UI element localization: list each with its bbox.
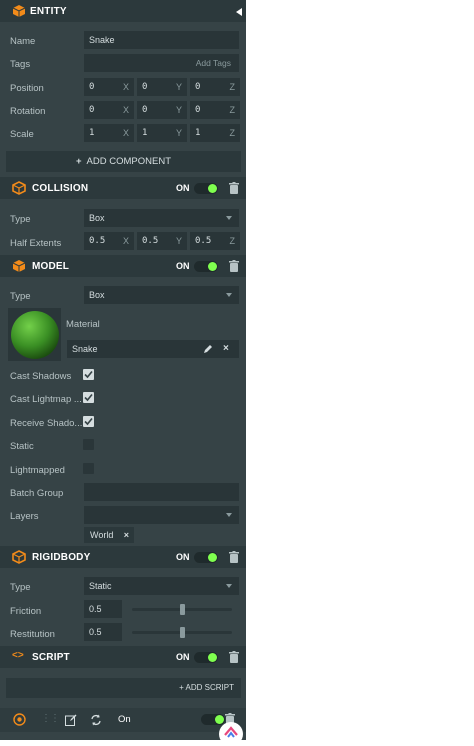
rigidbody-type-label: Type	[10, 582, 31, 593]
collision-type-select[interactable]: Box	[84, 209, 239, 227]
drag-handle-icon[interactable]: ⋮⋮	[41, 713, 60, 724]
layers-select[interactable]	[84, 506, 239, 524]
rigidbody-toggle[interactable]	[194, 552, 218, 563]
batch-group-label: Batch Group	[10, 488, 64, 499]
layer-tag-world[interactable]: World ×	[84, 527, 134, 543]
rigidbody-trash-icon[interactable]	[229, 551, 239, 563]
tags-label: Tags	[10, 59, 31, 70]
lightmapped-label: Lightmapped	[10, 465, 65, 476]
collision-type-label: Type	[10, 214, 31, 225]
layers-label: Layers	[10, 511, 39, 522]
add-script-button[interactable]: + ADD SCRIPT	[6, 678, 241, 698]
friction-slider-thumb[interactable]	[179, 604, 185, 615]
tags-input[interactable]: Add Tags	[84, 54, 239, 72]
cast-lightmap-label: Cast Lightmap ...	[10, 394, 82, 405]
material-preview[interactable]	[8, 308, 61, 361]
half-extents-z-input[interactable]: 0.5 Z	[190, 232, 240, 250]
entity-title: ENTITY	[30, 6, 67, 17]
friction-input[interactable]: 0.5	[84, 600, 122, 618]
name-input[interactable]: Snake	[84, 31, 239, 49]
refresh-icon[interactable]	[90, 714, 102, 726]
scale-z-input[interactable]: 1Z	[190, 124, 240, 142]
cast-shadows-checkbox[interactable]	[83, 369, 94, 380]
collision-toggle[interactable]	[194, 183, 218, 194]
close-icon[interactable]: ×	[124, 527, 129, 543]
script-on-label: ON	[176, 652, 190, 662]
collision-header[interactable]: COLLISION ON	[0, 177, 246, 199]
green-sphere-icon	[11, 311, 59, 359]
static-checkbox[interactable]	[83, 439, 94, 450]
chevron-down-icon	[226, 513, 232, 517]
position-z-input[interactable]: 0Z	[190, 78, 240, 96]
model-title: MODEL	[32, 261, 70, 272]
cast-shadows-label: Cast Shadows	[10, 371, 72, 382]
edit-icon[interactable]	[65, 714, 77, 726]
script-state-label: On	[118, 714, 131, 725]
half-extents-y-input[interactable]: 0.5 Y	[137, 232, 187, 250]
chevron-down-icon	[226, 584, 232, 588]
material-input[interactable]: Snake ×	[67, 340, 239, 358]
restitution-label: Restitution	[10, 629, 55, 640]
model-type-select[interactable]: Box	[84, 286, 239, 304]
collision-title: COLLISION	[32, 183, 89, 194]
name-label: Name	[10, 36, 36, 47]
code-brackets-icon: <>	[12, 650, 24, 661]
script-toggle[interactable]	[194, 652, 218, 663]
collision-on-label: ON	[176, 183, 190, 193]
script-header[interactable]: <> SCRIPT ON	[0, 646, 246, 668]
half-extents-label: Half Extents	[10, 238, 62, 249]
chevron-down-icon	[226, 293, 232, 297]
chevron-down-icon	[226, 216, 232, 220]
logo-icon	[224, 726, 238, 738]
rigidbody-on-label: ON	[176, 552, 190, 562]
add-component-button[interactable]: + ADD COMPONENT	[6, 151, 241, 172]
receive-shadows-label: Receive Shado...	[10, 418, 83, 429]
rigidbody-type-select[interactable]: Static	[84, 577, 239, 595]
rotation-x-input[interactable]: 0X	[84, 101, 134, 119]
rigidbody-title: RIGIDBODY	[32, 552, 91, 563]
model-header[interactable]: MODEL ON	[0, 255, 246, 277]
restitution-input[interactable]: 0.5	[84, 623, 122, 641]
script-row: ⋮⋮ On	[0, 708, 246, 732]
collision-trash-icon[interactable]	[229, 182, 239, 194]
model-on-label: ON	[176, 261, 190, 271]
rigidbody-header[interactable]: RIGIDBODY ON	[0, 546, 246, 568]
static-label: Static	[10, 441, 34, 452]
model-toggle[interactable]	[194, 261, 218, 272]
entity-header[interactable]: ENTITY	[0, 0, 246, 22]
model-cube-icon	[12, 260, 26, 272]
script-title: SCRIPT	[32, 652, 70, 663]
app-logo[interactable]	[219, 722, 243, 746]
batch-group-select[interactable]	[84, 483, 239, 501]
tags-placeholder: Add Tags	[195, 58, 231, 68]
friction-label: Friction	[10, 606, 42, 617]
rotation-z-input[interactable]: 0Z	[190, 101, 240, 119]
position-y-input[interactable]: 0Y	[137, 78, 187, 96]
scale-x-input[interactable]: 1X	[84, 124, 134, 142]
rotation-y-input[interactable]: 0Y	[137, 101, 187, 119]
close-icon[interactable]: ×	[223, 340, 229, 358]
script-target-icon	[13, 713, 26, 726]
material-label: Material	[66, 319, 100, 330]
restitution-slider-thumb[interactable]	[179, 627, 185, 638]
lightmapped-checkbox[interactable]	[83, 463, 94, 474]
scale-label: Scale	[10, 129, 34, 140]
model-trash-icon[interactable]	[229, 260, 239, 272]
pencil-icon[interactable]	[203, 344, 213, 354]
scale-y-input[interactable]: 1Y	[137, 124, 187, 142]
entity-cube-icon	[12, 5, 26, 17]
inspector-panel: ENTITY Name Snake Tags Add Tags Position…	[0, 0, 246, 740]
position-x-input[interactable]: 0X	[84, 78, 134, 96]
collision-cube-icon	[12, 181, 26, 195]
model-type-label: Type	[10, 291, 31, 302]
rigidbody-cube-icon	[12, 550, 26, 564]
receive-shadows-checkbox[interactable]	[83, 416, 94, 427]
collapse-arrow-icon[interactable]	[236, 8, 242, 16]
half-extents-x-input[interactable]: 0.5 X	[84, 232, 134, 250]
script-trash-icon[interactable]	[229, 651, 239, 663]
rotation-label: Rotation	[10, 106, 46, 117]
plus-icon: +	[75, 156, 82, 167]
position-label: Position	[10, 83, 44, 94]
cast-lightmap-checkbox[interactable]	[83, 392, 94, 403]
